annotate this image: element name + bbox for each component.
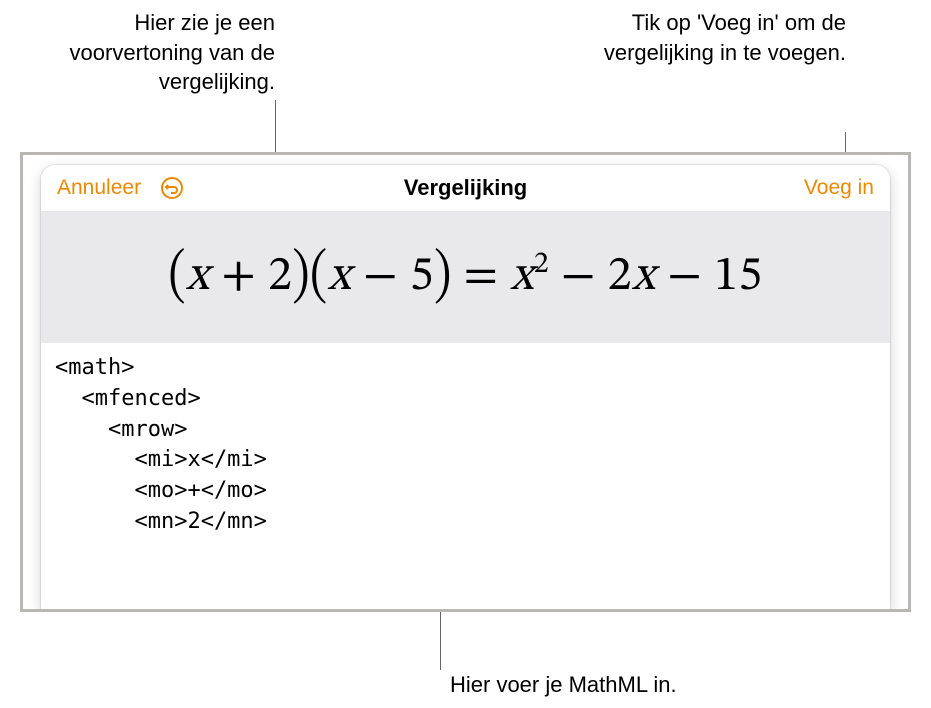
- callout-preview: Hier zie je een voorvertoning van de ver…: [20, 8, 275, 97]
- cancel-button[interactable]: Annuleer: [57, 176, 141, 200]
- dialog-nav-bar: Annuleer Vergelijking Voeg in: [41, 165, 890, 211]
- callout-insert: Tik op 'Voeg in' om de vergelijking in t…: [601, 8, 846, 67]
- insert-button[interactable]: Voeg in: [804, 176, 874, 199]
- callout-mathml: Hier voer je MathML in.: [450, 672, 677, 698]
- device-frame: Annuleer Vergelijking Voeg in (x + 2)(x …: [20, 152, 911, 612]
- equation-preview: (x + 2)(x − 5) = x2 − 2x − 15: [168, 253, 762, 301]
- mathml-input[interactable]: <math> <mfenced> <mrow> <mi>x</mi> <mo>+…: [41, 343, 890, 544]
- undo-icon[interactable]: [159, 175, 185, 201]
- equation-dialog: Annuleer Vergelijking Voeg in (x + 2)(x …: [41, 165, 890, 609]
- equation-preview-area: (x + 2)(x − 5) = x2 − 2x − 15: [41, 211, 890, 343]
